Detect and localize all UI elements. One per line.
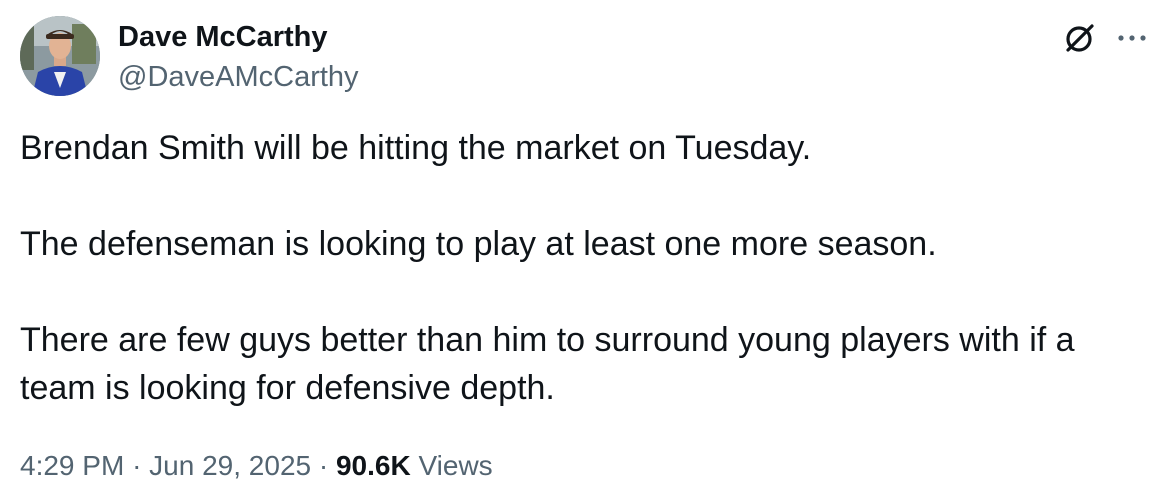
more-icon[interactable] [1114, 20, 1150, 56]
tweet-paragraph: Brendan Smith will be hitting the market… [20, 129, 812, 167]
tweet-paragraph: The defenseman is looking to play at lea… [20, 225, 937, 263]
avatar-image [20, 16, 100, 96]
views-count[interactable]: 90.6K [336, 450, 411, 481]
meta-separator: · [318, 450, 329, 481]
tweet-time[interactable]: 4:29 PM [20, 450, 124, 481]
grok-icon[interactable] [1062, 20, 1098, 56]
tweet-meta: 4:29 PM · Jun 29, 2025 · 90.6K Views [20, 448, 493, 484]
tweet-text: Brendan Smith will be hitting the market… [20, 124, 1140, 412]
tweet-date[interactable]: Jun 29, 2025 [149, 450, 311, 481]
tweet-paragraph: There are few guys better than him to su… [20, 321, 1075, 407]
author-display-name[interactable]: Dave McCarthy [118, 19, 328, 55]
tweet: Dave McCarthy @DaveAMcCarthy Brendan Smi… [0, 0, 1168, 504]
meta-separator: · [132, 450, 142, 481]
author-handle[interactable]: @DaveAMcCarthy [118, 59, 359, 95]
views-label: Views [418, 450, 493, 481]
avatar[interactable] [20, 16, 100, 96]
